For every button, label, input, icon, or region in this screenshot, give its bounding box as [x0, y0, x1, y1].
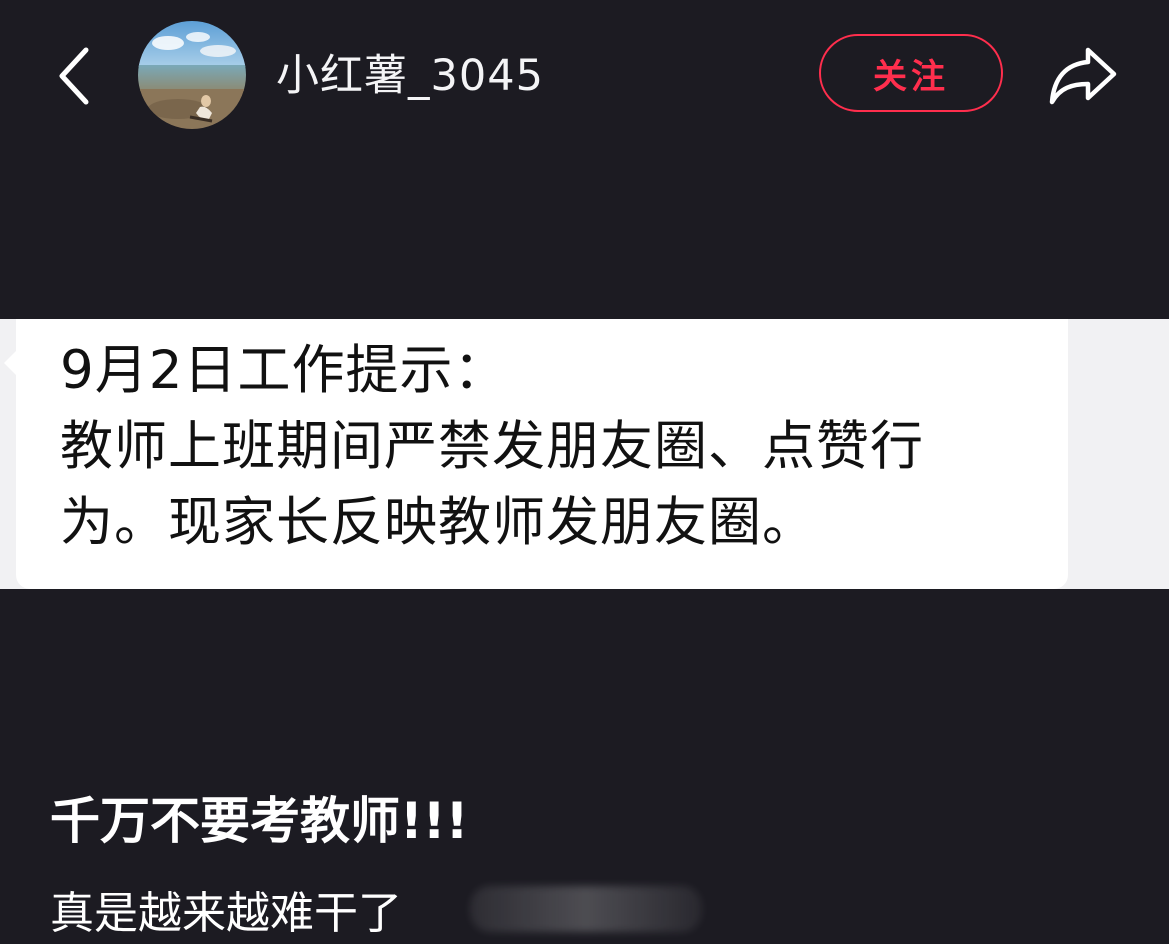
back-button[interactable] — [44, 38, 104, 114]
share-button[interactable] — [1046, 40, 1120, 110]
message-line: 9月2日工作提示： — [60, 340, 508, 401]
message-line: 为。现家长反映教师发朋友圈。 — [60, 492, 816, 553]
post-image[interactable]: 9月2日工作提示： 教师上班期间严禁发朋友圈、点赞行 为。现家长反映教师发朋友圈… — [0, 319, 1169, 589]
message-text: 9月2日工作提示： 教师上班期间严禁发朋友圈、点赞行 为。现家长反映教师发朋友圈… — [60, 333, 1050, 561]
avatar-image — [138, 21, 246, 129]
message-bubble: 9月2日工作提示： 教师上班期间严禁发朋友圈、点赞行 为。现家长反映教师发朋友圈… — [16, 319, 1068, 589]
post-header: 小红薯_3045 关注 — [0, 0, 1169, 150]
chevron-left-icon — [59, 47, 89, 105]
username[interactable]: 小红薯_3045 — [276, 48, 544, 104]
post-body: 真是越来越难干了 — [50, 888, 402, 939]
watermark — [470, 886, 702, 932]
post-title: 千万不要考教师!!! — [50, 792, 469, 850]
share-arrow-icon — [1049, 47, 1117, 105]
avatar[interactable] — [138, 21, 246, 129]
message-line: 教师上班期间严禁发朋友圈、点赞行 — [60, 416, 924, 477]
follow-button[interactable]: 关注 — [819, 34, 1003, 112]
